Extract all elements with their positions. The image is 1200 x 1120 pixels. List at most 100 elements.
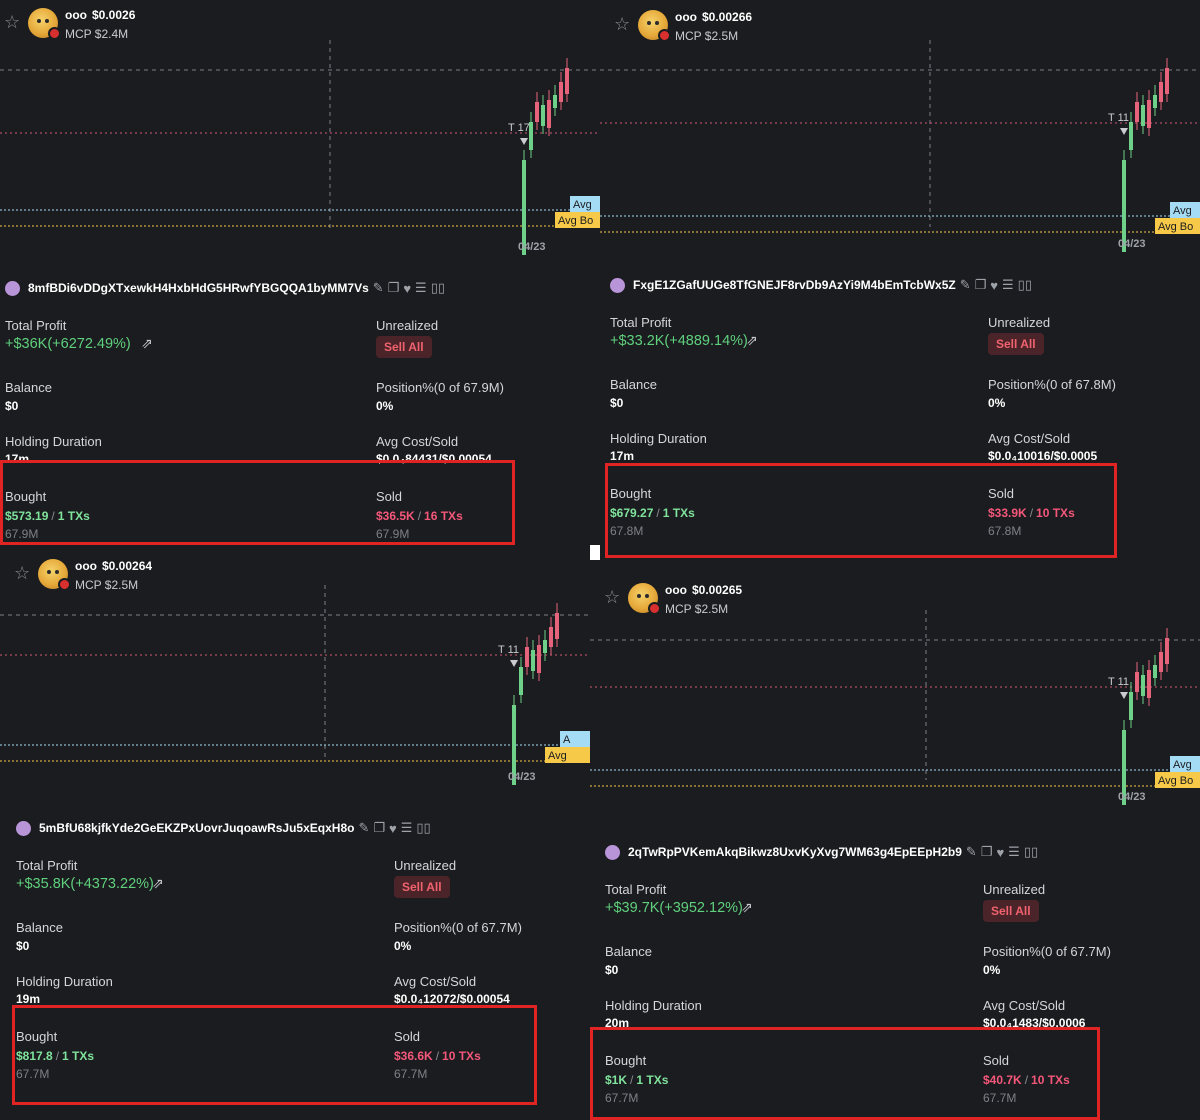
highlight-annotation-box bbox=[12, 1005, 537, 1105]
edit-icon[interactable]: ✎ bbox=[358, 820, 369, 836]
balance-value: $0 bbox=[5, 399, 19, 413]
candlestick-icon[interactable]: ▯▯ bbox=[416, 820, 430, 836]
candle bbox=[559, 82, 563, 102]
avg-sell-tag-label: Avg bbox=[1173, 759, 1192, 771]
candle bbox=[1129, 122, 1133, 150]
token-avatar bbox=[628, 583, 661, 615]
heart-icon[interactable]: ♥ bbox=[996, 845, 1004, 860]
favorite-star-icon[interactable]: ☆ bbox=[14, 564, 30, 582]
wallet-row: 5mBfU68kjfkYde2GeEKZPxUovrJuqoawRsJu5xEq… bbox=[16, 820, 431, 836]
balance-label: Balance bbox=[16, 920, 63, 935]
candle bbox=[1147, 670, 1151, 698]
trade-marker-label: T 11 bbox=[1108, 676, 1129, 688]
total-profit-label: Total Profit bbox=[605, 882, 667, 897]
balance-label: Balance bbox=[605, 944, 652, 959]
holding-duration-value: 17m bbox=[610, 449, 635, 463]
sell-all-button[interactable]: Sell All bbox=[394, 876, 450, 898]
favorite-star-icon[interactable]: ☆ bbox=[604, 588, 620, 606]
wallet-address[interactable]: 8mfBDi6vDDgXTxewkH4HxbHdG5HRwfYBGQQA1byM… bbox=[28, 281, 369, 295]
copy-icon[interactable]: ❐ bbox=[388, 280, 400, 296]
candle bbox=[541, 105, 545, 126]
favorite-star-icon[interactable]: ☆ bbox=[614, 15, 630, 33]
total-profit-value: +$33.2K(+4889.14%) bbox=[610, 333, 748, 349]
list-icon[interactable]: ☰ bbox=[1008, 844, 1020, 860]
balance-label: Balance bbox=[610, 377, 657, 392]
edit-icon[interactable]: ✎ bbox=[373, 280, 384, 296]
chart-date-label: 04/23 bbox=[518, 241, 546, 253]
position-value: 0% bbox=[983, 963, 1001, 977]
sell-all-button[interactable]: Sell All bbox=[988, 333, 1044, 355]
highlight-annotation-box bbox=[605, 463, 1117, 558]
token-symbol: ooo bbox=[65, 8, 87, 22]
wallet-row: 8mfBDi6vDDgXTxewkH4HxbHdG5HRwfYBGQQA1byM… bbox=[5, 280, 445, 296]
candlestick-icon[interactable]: ▯▯ bbox=[1024, 844, 1038, 860]
avg-buy-tag-label: Avg Bo bbox=[1158, 221, 1193, 233]
candle bbox=[537, 645, 541, 673]
buy-arrow-icon bbox=[520, 138, 528, 145]
token-avatar bbox=[638, 10, 671, 42]
candle bbox=[565, 68, 569, 94]
candle bbox=[519, 667, 523, 695]
avg-sell-tag-label: Avg bbox=[1173, 205, 1192, 217]
token-symbol: ooo bbox=[75, 559, 97, 573]
price-chart[interactable]: T 11 Avg Avg Bo 04/23 bbox=[600, 40, 1200, 252]
token-symbol: ooo bbox=[675, 10, 697, 24]
candle bbox=[1135, 672, 1139, 692]
list-icon[interactable]: ☰ bbox=[401, 820, 413, 836]
candle bbox=[547, 100, 551, 128]
share-external-icon[interactable]: ⇗ bbox=[741, 899, 753, 916]
wallet-row: 2qTwRpPVKemAkqBikwz8UxvKyXvg7WM63g4EpEEp… bbox=[605, 844, 1038, 860]
wallet-address[interactable]: FxgE1ZGafUUGe8TfGNEJF8rvDb9AzYi9M4bEmTcb… bbox=[633, 278, 956, 292]
price-chart[interactable]: T 17 Avg Avg Bo 04/23 bbox=[0, 40, 600, 255]
position-value: 0% bbox=[988, 396, 1006, 410]
token-symbol: ooo bbox=[665, 583, 687, 597]
copy-icon[interactable]: ❐ bbox=[981, 844, 993, 860]
total-profit-label: Total Profit bbox=[5, 318, 67, 333]
market-cap: MCP $2.4M bbox=[65, 27, 129, 41]
price-chart[interactable]: T 11 Avg Avg Bo 04/23 bbox=[590, 610, 1200, 805]
share-external-icon[interactable]: ⇗ bbox=[746, 332, 758, 349]
balance-value: $0 bbox=[610, 396, 624, 410]
share-external-icon[interactable]: ⇗ bbox=[141, 335, 153, 352]
position-value: 0% bbox=[376, 399, 394, 413]
list-icon[interactable]: ☰ bbox=[415, 280, 427, 296]
wallet-avatar-icon bbox=[5, 280, 20, 296]
candle bbox=[1141, 105, 1145, 126]
unrealized-label: Unrealized bbox=[988, 315, 1051, 330]
candle bbox=[1165, 638, 1169, 664]
list-icon[interactable]: ☰ bbox=[1002, 277, 1014, 293]
chart-date-label: 04/23 bbox=[1118, 791, 1146, 803]
wallet-address[interactable]: 5mBfU68kjfkYde2GeEKZPxUovrJuqoawRsJu5xEq… bbox=[39, 821, 354, 835]
candle bbox=[1135, 102, 1139, 122]
wallet-avatar-icon bbox=[610, 277, 625, 293]
copy-icon[interactable]: ❐ bbox=[975, 277, 987, 293]
position-value: 0% bbox=[394, 939, 412, 953]
share-external-icon[interactable]: ⇗ bbox=[152, 875, 164, 892]
candle bbox=[555, 613, 559, 639]
candle bbox=[1153, 95, 1157, 108]
buy-arrow-icon bbox=[510, 660, 518, 667]
heart-icon[interactable]: ♥ bbox=[403, 281, 411, 296]
candle bbox=[1159, 82, 1163, 102]
candle bbox=[1147, 100, 1151, 128]
price-chart[interactable]: T 11 A Avg 04/23 bbox=[0, 585, 590, 785]
avg-buy-tag-label: Avg bbox=[548, 750, 567, 762]
candle bbox=[525, 647, 529, 667]
copy-icon[interactable]: ❐ bbox=[373, 820, 385, 836]
total-profit-label: Total Profit bbox=[16, 858, 78, 873]
avg-cost-value: $0.0₄12072/$0.00054 bbox=[394, 992, 510, 1006]
balance-value: $0 bbox=[605, 963, 619, 977]
holding-duration-label: Holding Duration bbox=[610, 431, 707, 446]
wallet-address[interactable]: 2qTwRpPVKemAkqBikwz8UxvKyXvg7WM63g4EpEEp… bbox=[628, 845, 962, 859]
edit-icon[interactable]: ✎ bbox=[960, 277, 971, 293]
candlestick-icon[interactable]: ▯▯ bbox=[431, 280, 445, 296]
heart-icon[interactable]: ♥ bbox=[389, 821, 397, 836]
sell-all-button[interactable]: Sell All bbox=[983, 900, 1039, 922]
candlestick-icon[interactable]: ▯▯ bbox=[1018, 277, 1032, 293]
edit-icon[interactable]: ✎ bbox=[966, 844, 977, 860]
favorite-star-icon[interactable]: ☆ bbox=[4, 13, 20, 31]
sell-all-button[interactable]: Sell All bbox=[376, 336, 432, 358]
candle bbox=[1141, 675, 1145, 696]
heart-icon[interactable]: ♥ bbox=[990, 278, 998, 293]
holding-duration-value: 19m bbox=[16, 992, 41, 1006]
